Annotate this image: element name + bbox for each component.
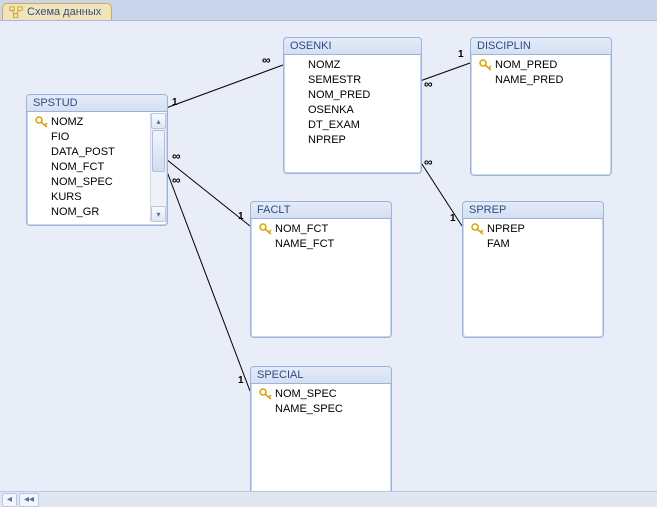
field-name: SEMESTR	[308, 74, 361, 86]
field-name: NOM_PRED	[495, 59, 557, 71]
field-row[interactable]: NOMZ	[288, 57, 419, 72]
field-row[interactable]: NPREP	[288, 132, 419, 147]
field-row[interactable]: NOM_FCT	[255, 221, 389, 236]
field-name: NOM_PRED	[308, 89, 370, 101]
key-icon	[471, 223, 485, 235]
scroll-thumb[interactable]	[152, 130, 165, 172]
key-icon	[479, 59, 493, 71]
card-osenki-disciplin-inf: ∞	[424, 77, 433, 91]
table-body: NOMZ FIO DATA_POST NOM_FCT NOM_SPEC KURS…	[27, 112, 167, 223]
table-disciplin[interactable]: DISCIPLIN NOM_PRED NAME_PRED	[470, 37, 612, 176]
field-row[interactable]: NPREP	[467, 221, 601, 236]
field-name: NOM_GR	[51, 206, 99, 218]
table-body: NPREP FAM	[463, 219, 603, 255]
field-name: NOM_FCT	[275, 223, 328, 235]
navigation-bar: ◂ ◂◂	[0, 491, 657, 507]
key-icon	[259, 223, 273, 235]
field-row[interactable]: NAME_FCT	[255, 236, 389, 251]
field-name: NOM_FCT	[51, 161, 104, 173]
field-row[interactable]: NOMZ	[31, 114, 149, 129]
field-name: NOM_SPEC	[51, 176, 113, 188]
card-spstud-osenki-inf: ∞	[262, 53, 271, 67]
field-name: KURS	[51, 191, 82, 203]
table-body: NOM_SPEC NAME_SPEC	[251, 384, 391, 420]
tab-schema[interactable]: Схема данных	[2, 3, 112, 20]
field-row[interactable]: NOM_SPEC	[255, 386, 389, 401]
field-row[interactable]: DT_EXAM	[288, 117, 419, 132]
card-spstud-faclt-inf: ∞	[172, 149, 181, 163]
field-row[interactable]: FAM	[467, 236, 601, 251]
nav-prev-button[interactable]: ◂◂	[19, 493, 39, 507]
field-name: DT_EXAM	[308, 119, 360, 131]
field-row[interactable]: SEMESTR	[288, 72, 419, 87]
table-faclt[interactable]: FACLT NOM_FCT NAME_FCT	[250, 201, 392, 338]
card-osenki-disciplin-1: 1	[458, 49, 464, 60]
table-osenki[interactable]: OSENKI NOMZ SEMESTR NOM_PRED OSENKA DT_E…	[283, 37, 422, 174]
table-title: DISCIPLIN	[471, 38, 611, 55]
field-row[interactable]: NOM_PRED	[288, 87, 419, 102]
field-row[interactable]: OSENKA	[288, 102, 419, 117]
key-icon	[35, 116, 49, 128]
field-row[interactable]: DATA_POST	[31, 144, 149, 159]
table-body: NOM_FCT NAME_FCT	[251, 219, 391, 255]
scroll-down-button[interactable]: ▾	[151, 206, 166, 222]
table-sprep[interactable]: SPREP NPREP FAM	[462, 201, 604, 338]
field-row[interactable]: NOM_GR	[31, 204, 149, 219]
table-body: NOMZ SEMESTR NOM_PRED OSENKA DT_EXAM NPR…	[284, 55, 421, 151]
field-name: NOM_SPEC	[275, 388, 337, 400]
scrollbar[interactable]: ▴ ▾	[150, 113, 166, 222]
nav-first-button[interactable]: ◂	[2, 493, 17, 507]
field-row[interactable]: NAME_SPEC	[255, 401, 389, 416]
card-osenki-sprep-inf: ∞	[424, 155, 433, 169]
field-row[interactable]: FIO	[31, 129, 149, 144]
field-name: NPREP	[308, 134, 346, 146]
table-title: FACLT	[251, 202, 391, 219]
card-spstud-special-inf: ∞	[172, 173, 181, 187]
field-row[interactable]: NOM_SPEC	[31, 174, 149, 189]
field-name: NOMZ	[51, 116, 83, 128]
field-row[interactable]: NOM_FCT	[31, 159, 149, 174]
table-spstud[interactable]: SPSTUD NOMZ FIO DATA_POST NOM_FCT NOM_SP…	[26, 94, 168, 226]
field-name: NPREP	[487, 223, 525, 235]
field-name: NAME_SPEC	[275, 403, 343, 415]
field-name: NAME_FCT	[275, 238, 334, 250]
table-title: SPREP	[463, 202, 603, 219]
card-spstud-faclt-1: 1	[238, 211, 244, 222]
table-title: SPECIAL	[251, 367, 391, 384]
field-row[interactable]: NOM_PRED	[475, 57, 609, 72]
field-row[interactable]: KURS	[31, 189, 149, 204]
key-icon	[259, 388, 273, 400]
field-name: FIO	[51, 131, 69, 143]
table-title: SPSTUD	[27, 95, 167, 112]
field-name: DATA_POST	[51, 146, 115, 158]
field-name: FAM	[487, 238, 510, 250]
card-osenki-sprep-1: 1	[450, 213, 456, 224]
tab-bar: Схема данных	[0, 0, 657, 21]
card-spstud-special-1: 1	[238, 375, 244, 386]
tab-label: Схема данных	[27, 6, 101, 18]
table-body: NOM_PRED NAME_PRED	[471, 55, 611, 91]
card-spstud-osenki-1: 1	[172, 97, 178, 108]
schema-canvas[interactable]: 1 ∞ ∞ 1 ∞ 1 ∞ 1 ∞ 1 SPSTUD NOMZ FIO DATA…	[0, 21, 657, 507]
field-row[interactable]: NAME_PRED	[475, 72, 609, 87]
field-name: NOMZ	[308, 59, 340, 71]
relationships-icon	[9, 6, 23, 18]
table-title: OSENKI	[284, 38, 421, 55]
scroll-up-button[interactable]: ▴	[151, 113, 166, 129]
field-name: OSENKA	[308, 104, 354, 116]
table-special[interactable]: SPECIAL NOM_SPEC NAME_SPEC	[250, 366, 392, 498]
field-name: NAME_PRED	[495, 74, 563, 86]
